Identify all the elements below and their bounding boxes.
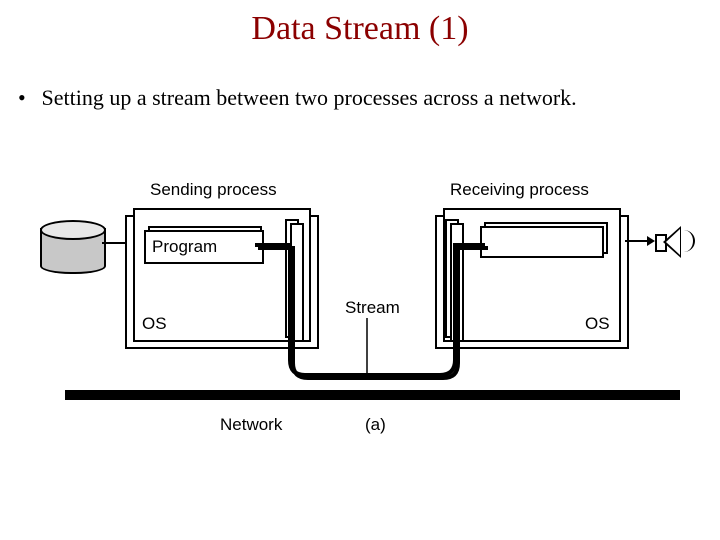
diagram: Sending process Receiving process Progra… [30, 160, 690, 480]
slide-title: Data Stream (1) [0, 10, 720, 48]
receiving-process-label: Receiving process [450, 180, 589, 200]
receiver-program-box [480, 226, 604, 258]
receiver-to-speaker-arrow-icon [625, 240, 653, 242]
speaker-icon [655, 222, 695, 262]
slide: Data Stream (1) • Setting up a stream be… [0, 0, 720, 540]
os-label-right: OS [585, 314, 610, 334]
program-label: Program [152, 237, 217, 256]
network-label: Network [220, 415, 282, 435]
sending-process-label: Sending process [150, 180, 277, 200]
storage-cylinder-icon [40, 220, 102, 270]
bullet-text: Setting up a stream between two processe… [42, 85, 577, 110]
stream-label: Stream [345, 298, 400, 318]
network-bar [65, 390, 680, 400]
receiver-rail-front [450, 223, 464, 342]
figure-caption: (a) [365, 415, 386, 435]
bullet-item: • Setting up a stream between two proces… [18, 85, 577, 111]
os-label-left: OS [142, 314, 167, 334]
bullet-dot: • [18, 85, 36, 111]
sender-rail-front [290, 223, 304, 342]
program-box: Program [144, 230, 264, 264]
